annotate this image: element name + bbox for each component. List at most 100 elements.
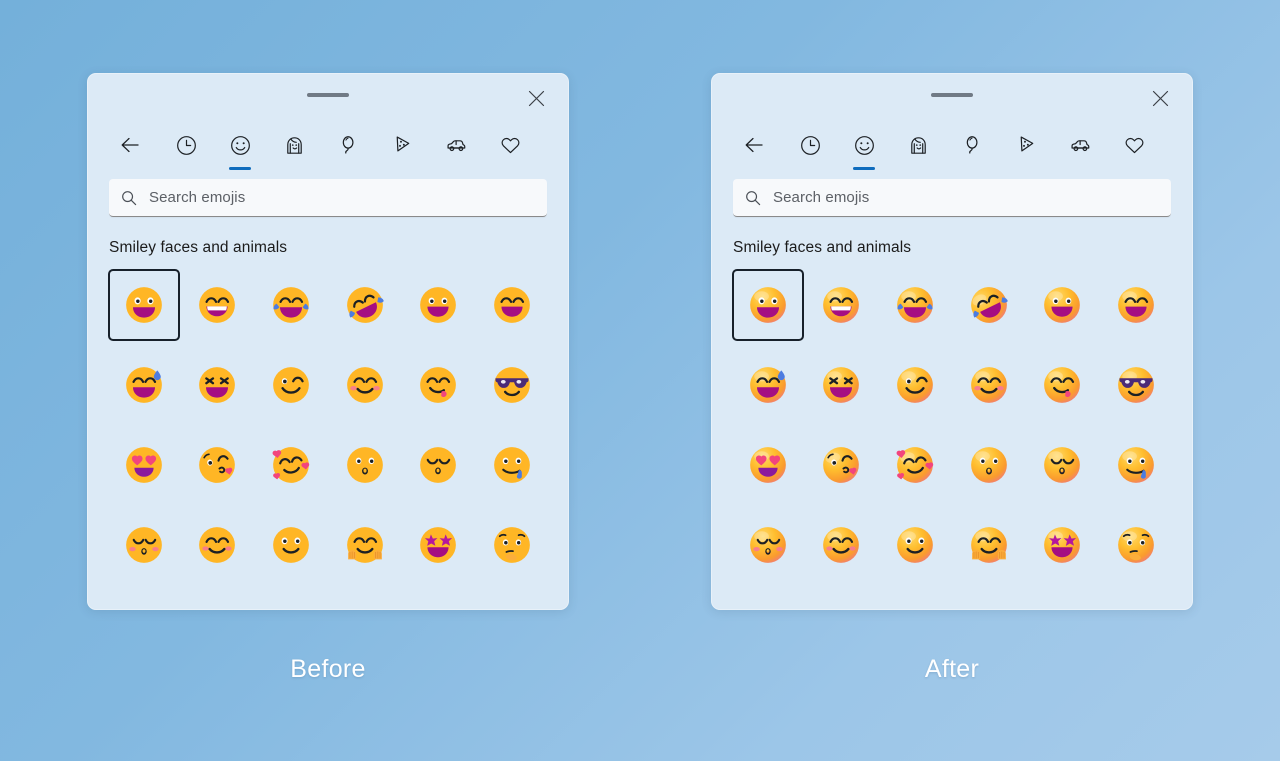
person-icon <box>907 134 930 157</box>
drag-handle[interactable] <box>307 93 349 97</box>
emoji-cell[interactable] <box>952 269 1026 341</box>
back-arrow-icon <box>742 133 766 157</box>
emoji-cell[interactable] <box>254 429 328 501</box>
face-blowing-a-kiss-emoji <box>819 443 863 487</box>
emoji-cell[interactable] <box>878 429 952 501</box>
emoji-cell[interactable] <box>878 509 952 581</box>
back-button[interactable] <box>725 123 783 167</box>
emoji-cell[interactable] <box>254 349 328 421</box>
emoji-cell[interactable] <box>107 349 181 421</box>
emoji-cell[interactable] <box>475 269 549 341</box>
car-icon <box>1069 134 1092 157</box>
category-tab-smiley[interactable] <box>213 123 267 170</box>
kissing-face-with-smiling-eyes-emoji <box>746 523 790 567</box>
emoji-cell[interactable] <box>107 429 181 501</box>
emoji-cell[interactable] <box>181 429 255 501</box>
emoji-cell[interactable] <box>254 509 328 581</box>
squinting-face-with-tongue-emoji <box>195 363 239 407</box>
search-input[interactable]: Search emojis <box>733 179 1171 217</box>
emoji-cell[interactable] <box>328 349 402 421</box>
close-button[interactable] <box>521 83 551 113</box>
hugging-face-emoji <box>343 523 387 567</box>
emoji-cell[interactable] <box>1099 429 1173 501</box>
emoji-cell[interactable] <box>402 269 476 341</box>
emoji-cell[interactable] <box>475 429 549 501</box>
panel-caption-before: Before <box>290 655 366 683</box>
emoji-cell[interactable] <box>1026 429 1100 501</box>
emoji-panel-after: Search emojis Smiley faces and animals <box>711 73 1193 610</box>
emoji-cell[interactable] <box>731 269 805 341</box>
search-input[interactable]: Search emojis <box>109 179 547 217</box>
emoji-cell[interactable] <box>107 269 181 341</box>
category-tab-heart[interactable] <box>483 123 537 167</box>
emoji-cell[interactable] <box>731 349 805 421</box>
emoji-cell[interactable] <box>475 509 549 581</box>
emoji-cell[interactable] <box>181 349 255 421</box>
emoji-cell[interactable] <box>952 349 1026 421</box>
category-tab-car[interactable] <box>1053 123 1107 167</box>
grinning-face-with-smiling-eyes-emoji <box>490 283 534 327</box>
emoji-cell[interactable] <box>475 349 549 421</box>
emoji-cell[interactable] <box>1099 269 1173 341</box>
emoji-cell[interactable] <box>1026 349 1100 421</box>
emoji-cell[interactable] <box>107 509 181 581</box>
emoji-cell[interactable] <box>731 429 805 501</box>
comparison-column-after: Search emojis Smiley faces and animals A… <box>711 73 1193 761</box>
active-tab-indicator <box>853 167 875 170</box>
category-tab-pizza[interactable] <box>999 123 1053 167</box>
emoji-cell[interactable] <box>1099 509 1173 581</box>
emoji-cell[interactable] <box>1099 349 1173 421</box>
comparison-stage: Search emojis Smiley faces and animals B… <box>0 0 1280 761</box>
category-tab-clock[interactable] <box>783 123 837 167</box>
emoji-cell[interactable] <box>731 509 805 581</box>
emoji-cell[interactable] <box>181 509 255 581</box>
emoji-cell[interactable] <box>805 349 879 421</box>
comparison-column-before: Search emojis Smiley faces and animals B… <box>87 73 569 761</box>
emoji-cell[interactable] <box>805 269 879 341</box>
smiling-face-emoji <box>819 523 863 567</box>
emoji-cell[interactable] <box>1026 509 1100 581</box>
emoji-cell[interactable] <box>952 509 1026 581</box>
emoji-cell[interactable] <box>1026 269 1100 341</box>
squinting-face-with-tongue-emoji <box>819 363 863 407</box>
category-tab-car[interactable] <box>429 123 483 167</box>
heart-icon <box>1123 134 1146 157</box>
close-icon <box>528 90 545 107</box>
emoji-cell[interactable] <box>402 509 476 581</box>
emoji-cell[interactable] <box>181 269 255 341</box>
category-tab-balloon[interactable] <box>945 123 999 167</box>
emoji-cell[interactable] <box>402 349 476 421</box>
back-button[interactable] <box>101 123 159 167</box>
emoji-cell[interactable] <box>254 269 328 341</box>
search-placeholder: Search emojis <box>149 189 246 206</box>
close-button[interactable] <box>1145 83 1175 113</box>
star-struck-emoji <box>416 523 460 567</box>
emoji-cell[interactable] <box>878 269 952 341</box>
category-tab-smiley[interactable] <box>837 123 891 170</box>
emoji-cell[interactable] <box>402 429 476 501</box>
rolling-on-the-floor-laughing-emoji <box>343 283 387 327</box>
category-tab-pizza[interactable] <box>375 123 429 167</box>
category-tab-clock[interactable] <box>159 123 213 167</box>
category-tab-balloon[interactable] <box>321 123 375 167</box>
winking-face-emoji <box>893 363 937 407</box>
face-savoring-food-emoji <box>1040 363 1084 407</box>
emoji-cell[interactable] <box>878 349 952 421</box>
category-tab-heart[interactable] <box>1107 123 1161 167</box>
emoji-cell[interactable] <box>952 429 1026 501</box>
grinning-face-with-big-eyes-emoji <box>746 283 790 327</box>
search-area: Search emojis <box>711 173 1193 217</box>
category-tab-person[interactable] <box>891 123 945 167</box>
emoji-cell[interactable] <box>805 429 879 501</box>
smiling-face-with-sunglasses-emoji <box>490 363 534 407</box>
beaming-face-with-smiling-eyes-emoji <box>819 283 863 327</box>
star-struck-emoji <box>1040 523 1084 567</box>
emoji-cell[interactable] <box>328 429 402 501</box>
pizza-icon <box>1015 134 1038 157</box>
emoji-cell[interactable] <box>805 509 879 581</box>
drag-handle[interactable] <box>931 93 973 97</box>
category-tab-person[interactable] <box>267 123 321 167</box>
emoji-cell[interactable] <box>328 269 402 341</box>
emoji-cell[interactable] <box>328 509 402 581</box>
smiley-icon <box>229 134 252 157</box>
